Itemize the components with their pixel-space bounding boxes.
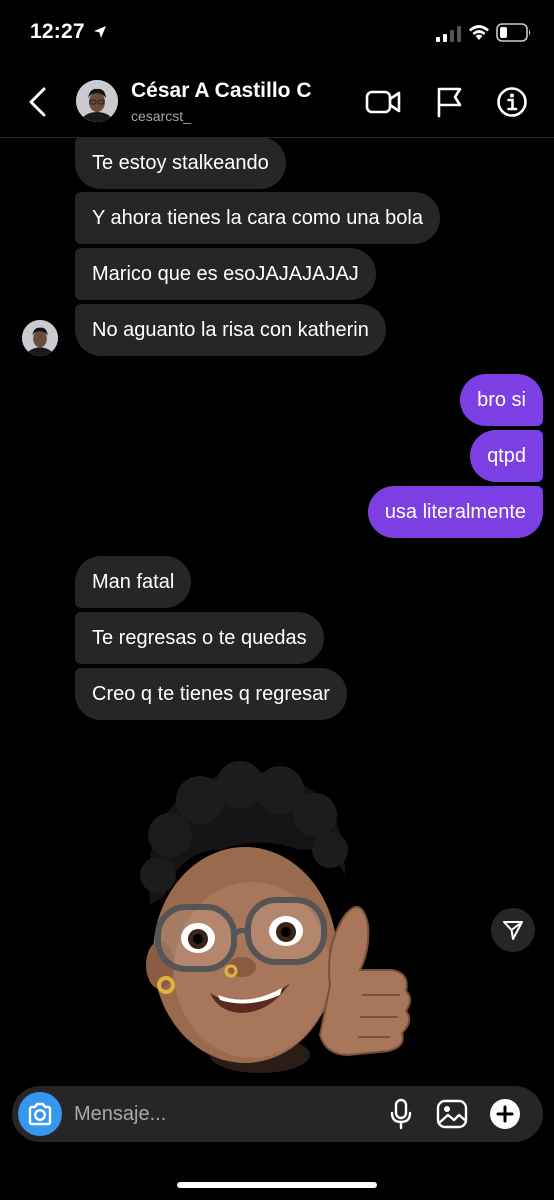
message-received[interactable]: No aguanto la risa con katherin [75,304,386,356]
home-indicator[interactable] [177,1182,377,1188]
microphone-icon[interactable] [389,1098,413,1130]
status-time: 12:27 [30,20,85,43]
wifi-icon [469,25,489,40]
status-bar: 12:27 [0,0,554,66]
cellular-signal-icon [436,26,461,42]
camera-icon [28,1102,52,1126]
message-received[interactable]: Y ahora tienes la cara como una bola [75,192,440,244]
location-arrow-icon [94,26,106,38]
camera-button[interactable] [18,1092,62,1136]
flag-icon[interactable] [434,86,464,118]
sender-avatar[interactable] [22,320,58,356]
contact-username[interactable]: cesarcst_ [131,108,191,124]
contact-name[interactable]: César A Castillo C [131,79,312,103]
contact-avatar[interactable] [76,80,118,122]
message-input[interactable] [74,1086,374,1142]
message-received[interactable]: Man fatal [75,556,192,608]
message-sent[interactable]: qtpd [470,430,543,482]
message-sent[interactable]: usa literalmente [367,486,543,538]
info-icon[interactable] [496,86,528,118]
memoji-sticker[interactable] [130,755,430,1085]
message-sent[interactable]: bro si [460,374,543,426]
back-chevron-icon[interactable] [26,86,48,118]
message-received[interactable]: Te regresas o te quedas [75,612,324,664]
add-circle-icon[interactable] [489,1098,521,1130]
share-sticker-button[interactable] [491,908,535,952]
battery-icon [496,23,531,42]
message-received[interactable]: Creo q te tienes q regresar [75,668,347,720]
paper-plane-icon [503,921,523,940]
gallery-icon[interactable] [436,1098,468,1130]
message-composer [12,1086,543,1142]
video-call-icon[interactable] [365,88,401,116]
message-received[interactable]: Marico que es esoJAJAJAJAJ [75,248,376,300]
message-received[interactable]: Te estoy stalkeando [75,137,286,189]
chat-header: César A Castillo C cesarcst_ [0,66,554,138]
